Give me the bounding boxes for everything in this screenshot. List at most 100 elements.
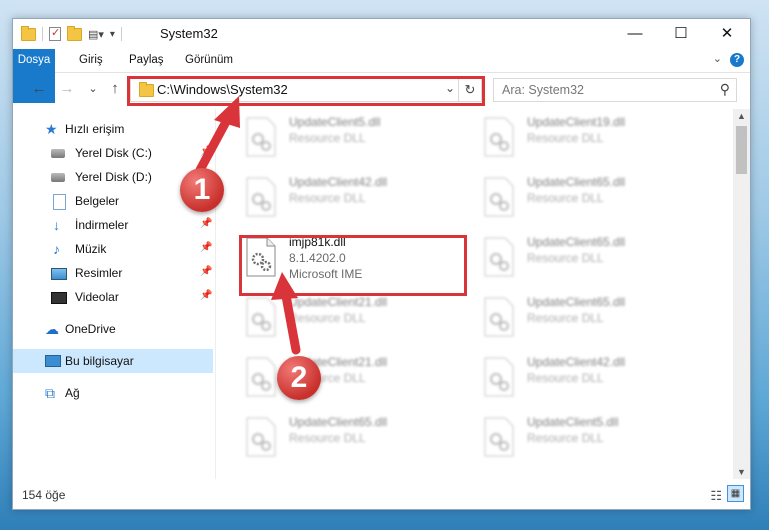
- folder-icon: [21, 25, 36, 41]
- highlight-box-address: [127, 76, 485, 106]
- ribbon-tabs: Dosya Giriş Paylaş Görünüm ⌄ ?: [13, 49, 750, 103]
- sidebar-item-label: Hızlı erişim: [65, 122, 125, 136]
- music-icon: ♪: [53, 241, 60, 257]
- tab-share[interactable]: Paylaş: [121, 49, 172, 72]
- search-icon[interactable]: ⚲: [720, 81, 730, 98]
- file-type: Resource DLL: [289, 131, 366, 145]
- computer-icon: [45, 355, 61, 367]
- window-controls: — ☐ ✕: [612, 19, 750, 49]
- customize-toolbar-icon[interactable]: ▤▾: [88, 28, 104, 41]
- dll-file-icon: [246, 117, 276, 157]
- properties-icon[interactable]: [49, 26, 61, 41]
- scroll-up-icon[interactable]: ▲: [733, 109, 750, 123]
- list-item[interactable]: UpdateClient21.dll Resource DLL: [223, 349, 453, 403]
- file-list: UpdateClient5.dll Resource DLL UpdateCli…: [223, 109, 733, 479]
- sidebar-item-label: Yerel Disk (C:): [75, 146, 152, 160]
- pin-icon[interactable]: 📌: [200, 146, 212, 157]
- file-name: UpdateClient65.dll: [527, 235, 626, 249]
- step-1-badge: 1: [180, 168, 224, 212]
- sidebar-item-label: İndirmeler: [75, 218, 129, 232]
- file-type: Resource DLL: [289, 431, 366, 445]
- disk-icon: [51, 173, 65, 182]
- tab-home[interactable]: Giriş: [71, 49, 111, 72]
- file-name: UpdateClient19.dll: [527, 115, 626, 129]
- details-view-icon[interactable]: ☷: [710, 488, 722, 504]
- list-item[interactable]: UpdateClient42.dll Resource DLL: [461, 349, 691, 403]
- file-name: UpdateClient21.dll: [289, 295, 388, 309]
- window-title: System32: [160, 26, 218, 41]
- list-item[interactable]: UpdateClient21.dll Resource DLL: [223, 289, 453, 343]
- sidebar-item-pictures[interactable]: Resimler 📌: [13, 261, 213, 285]
- maximize-button[interactable]: ☐: [658, 19, 704, 49]
- navigation-pane: ★ Hızlı erişim Yerel Disk (C:) 📌 Yerel D…: [13, 109, 216, 479]
- pictures-icon: [51, 268, 67, 280]
- recent-locations-button[interactable]: ⌄: [83, 79, 103, 99]
- sidebar-item-label: OneDrive: [65, 322, 116, 336]
- item-count: 154 öğe: [22, 488, 66, 502]
- list-item[interactable]: UpdateClient65.dll Resource DLL: [223, 409, 453, 463]
- new-folder-icon[interactable]: [67, 25, 82, 41]
- sidebar-item-downloads[interactable]: ↓ İndirmeler 📌: [13, 213, 213, 237]
- file-name: UpdateClient5.dll: [289, 115, 381, 129]
- scroll-down-icon[interactable]: ▼: [733, 465, 750, 479]
- sidebar-item-label: Müzik: [75, 242, 107, 256]
- pin-icon[interactable]: 📌: [200, 242, 212, 253]
- file-type: Resource DLL: [527, 371, 604, 385]
- sidebar-item-onedrive[interactable]: ☁ OneDrive: [13, 317, 213, 341]
- help-icon[interactable]: ?: [730, 53, 744, 67]
- sidebar-item-label: Videolar: [75, 290, 119, 304]
- videos-icon: [51, 292, 67, 304]
- sidebar-item-disk-c[interactable]: Yerel Disk (C:) 📌: [13, 141, 213, 165]
- dll-file-icon: [246, 417, 276, 457]
- pin-icon[interactable]: 📌: [200, 218, 212, 229]
- search-input[interactable]: Ara: System32: [502, 83, 584, 97]
- quick-access-toolbar: ▤▾ ▾: [21, 25, 122, 43]
- forward-button[interactable]: →: [57, 79, 77, 99]
- list-item[interactable]: UpdateClient19.dll Resource DLL: [461, 109, 691, 163]
- pin-icon[interactable]: 📌: [200, 290, 212, 301]
- sidebar-item-label: Ağ: [65, 386, 80, 400]
- title-bar: ▤▾ ▾ System32 — ☐ ✕: [13, 19, 750, 49]
- file-type: Resource DLL: [289, 191, 366, 205]
- tiles-view-icon[interactable]: ▦: [727, 485, 744, 502]
- sidebar-item-this-pc[interactable]: Bu bilgisayar: [13, 349, 213, 373]
- sidebar-item-label: Resimler: [75, 266, 123, 280]
- status-bar: 154 öğe ☷ ▦: [13, 480, 750, 509]
- dll-file-icon: [484, 417, 514, 457]
- dll-file-icon: [246, 177, 276, 217]
- search-box[interactable]: Ara: System32 ⚲: [493, 78, 737, 102]
- up-button[interactable]: ↑: [105, 79, 125, 99]
- tab-view[interactable]: Görünüm: [177, 49, 241, 72]
- sidebar-item-network[interactable]: ⧉ Ağ: [13, 381, 213, 405]
- file-name: UpdateClient42.dll: [289, 175, 388, 189]
- scrollbar-thumb[interactable]: [736, 126, 747, 174]
- list-item[interactable]: UpdateClient5.dll Resource DLL: [461, 409, 691, 463]
- vertical-scrollbar[interactable]: ▲ ▼: [733, 109, 750, 479]
- file-name: UpdateClient65.dll: [527, 295, 626, 309]
- explorer-window: ▤▾ ▾ System32 — ☐ ✕ Dosya Giriş Paylaş G…: [12, 18, 751, 510]
- expand-ribbon-icon[interactable]: ⌄: [713, 52, 722, 65]
- sidebar-item-music[interactable]: ♪ Müzik 📌: [13, 237, 213, 261]
- documents-icon: [53, 194, 66, 210]
- minimize-button[interactable]: —: [612, 19, 658, 49]
- sidebar-item-quick-access[interactable]: ★ Hızlı erişim: [13, 117, 213, 141]
- chevron-down-icon[interactable]: ▾: [110, 29, 115, 40]
- divider: [42, 27, 43, 41]
- list-item[interactable]: UpdateClient65.dll Resource DLL: [461, 289, 691, 343]
- file-name: UpdateClient5.dll: [527, 415, 619, 429]
- list-item[interactable]: UpdateClient42.dll Resource DLL: [223, 169, 453, 223]
- sidebar-item-label: Belgeler: [75, 194, 120, 208]
- close-button[interactable]: ✕: [704, 19, 750, 49]
- dll-file-icon: [484, 357, 514, 397]
- navigation-bar: ← → ⌄ ↑ C:\Windows\System32 ⌄ ↻ Ara: Sys…: [13, 73, 750, 107]
- list-item[interactable]: UpdateClient65.dll Resource DLL: [461, 229, 691, 283]
- back-button[interactable]: ←: [29, 79, 49, 99]
- pin-icon[interactable]: 📌: [200, 266, 212, 277]
- list-item[interactable]: UpdateClient5.dll Resource DLL: [223, 109, 453, 163]
- dll-file-icon: [246, 297, 276, 337]
- list-item[interactable]: UpdateClient65.dll Resource DLL: [461, 169, 691, 223]
- file-type: Resource DLL: [527, 131, 604, 145]
- dll-file-icon: [484, 297, 514, 337]
- cloud-icon: ☁: [45, 321, 59, 337]
- sidebar-item-videos[interactable]: Videolar 📌: [13, 285, 213, 309]
